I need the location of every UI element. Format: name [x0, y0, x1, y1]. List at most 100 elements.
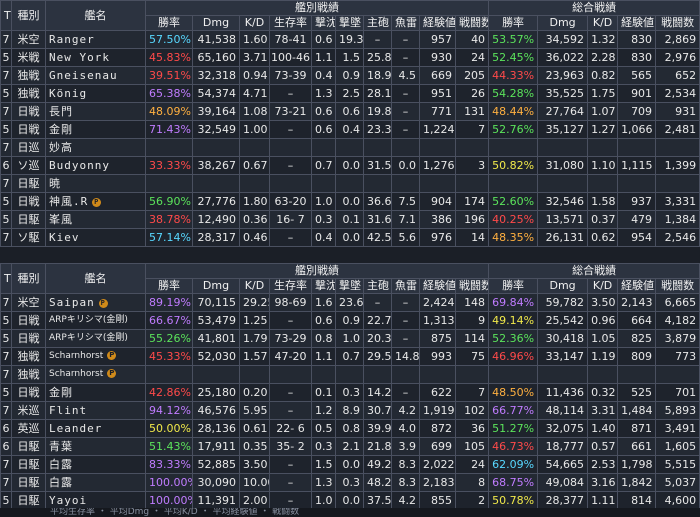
ship-name-cell[interactable]: Yayoi — [45, 491, 146, 510]
ship-name-cell[interactable]: Ranger — [45, 30, 146, 49]
col-t[interactable]: T — [0, 0, 12, 31]
ship-name-cell[interactable]: Flint — [45, 401, 146, 420]
player-row[interactable]: 7 米空 Ranger 57.50% 41,538 1.60 78-41 0.6 19.3– –9… — [0, 30, 700, 49]
player-row[interactable]: 7 日戦 長門 48.09% 39,164 1.08 73-21 0.6 0.6 19.8–771… — [0, 102, 700, 121]
total-win-rate-cell: 46.73% — [488, 437, 539, 456]
battles-cell: 36 — [454, 419, 490, 438]
col-exp[interactable]: 経験値 — [419, 15, 456, 31]
col-kills[interactable]: 撃沈 — [311, 278, 336, 294]
col-class[interactable]: 種別 — [11, 0, 46, 31]
col-main[interactable]: 主砲 — [363, 278, 392, 294]
battles-cell: 9 — [454, 311, 490, 330]
ship-name-cell[interactable]: Scharnhorst P — [45, 365, 146, 384]
player-row[interactable]: 6 英巡 Leander 50.00% 28,136 0.61 22- 6 0.5 0.8 39.… — [0, 419, 700, 438]
ship-name-cell[interactable]: 白露 — [45, 455, 146, 474]
player-row[interactable]: 5 日戦 ARPキリシマ(金剛) 55.26% 41,801 1.79 73-29 0.8 1.… — [0, 329, 700, 348]
ship-name-cell[interactable]: 青葉 — [45, 437, 146, 456]
torpedo-cell: 7.1 — [391, 210, 420, 229]
ship-name: 神風.R — [49, 195, 89, 208]
ship-name-cell[interactable]: Saipan P — [45, 293, 146, 312]
ship-name-cell[interactable]: 白露 — [45, 473, 146, 492]
col-kills[interactable]: 撃沈 — [311, 15, 336, 31]
player-row[interactable]: 6 日駆 青葉 51.43% 17,911 0.35 35- 2 0.3 2.1 21.8 3.9 6… — [0, 437, 700, 456]
win-rate-cell: 33.33% — [145, 156, 193, 175]
col-survival[interactable]: 生存率 — [269, 278, 312, 294]
col-main[interactable]: 主砲 — [363, 15, 392, 31]
col-dmg[interactable]: Dmg — [192, 278, 240, 294]
col-survival[interactable]: 生存率 — [269, 15, 312, 31]
col-planes[interactable]: 撃墜 — [335, 278, 364, 294]
battles-cell: 114 — [454, 329, 490, 348]
player-row[interactable]: 7 独戦 Scharnhorst P 45.33% 52,030 1.57 47-20 1.1 0… — [0, 347, 700, 366]
player-row[interactable]: 7米空SaipanP89.19%70,11529.2598-691.623.6–… — [0, 293, 700, 312]
col-total-win[interactable]: 勝率 — [488, 278, 539, 294]
total-exp-cell: 1,066 — [617, 120, 657, 139]
player-row[interactable]: 5日駆Yayoi100.00%11,3912.00–1.00.037.54.28… — [0, 491, 700, 510]
ship-name-cell[interactable]: 峯風 — [45, 210, 146, 229]
col-battles[interactable]: 戦闘数 — [454, 278, 490, 294]
ship-name-cell[interactable]: Leander — [45, 419, 146, 438]
col-class[interactable]: 種別 — [11, 263, 46, 294]
col-name[interactable]: 艦名 — [45, 0, 146, 31]
col-win[interactable]: 勝率 — [145, 278, 193, 294]
player-row[interactable]: 5 米戦 New York 45.83% 65,160 3.71 100-46 1.1 1.5 2… — [0, 48, 700, 67]
col-total-kd[interactable]: K/D — [587, 15, 619, 31]
ship-name-cell[interactable]: 神風.R P — [45, 192, 146, 211]
ship-name-cell[interactable]: Budyonny — [45, 156, 146, 175]
player-row[interactable]: 7日駆白露 100.00%30,09010.00–1.30.348.28.32,1… — [0, 473, 700, 492]
ship-name-cell[interactable]: Gneisenau — [45, 66, 146, 85]
player-row[interactable]: 7 ソ駆 Kiev 57.14% 28,317 0.46–0.4 0.0 42.5 5.6 976… — [0, 228, 700, 247]
player-row[interactable]: 5 日戦 金剛 71.43% 32,549 1.00–0.6 0.4 23.3–1,224 7 5… — [0, 120, 700, 139]
ship-name-cell[interactable]: New York — [45, 48, 146, 67]
player-row[interactable]: 5 日戦 金剛 42.86% 25,180 0.20–0.1 0.3 14.2–622 7 48.… — [0, 383, 700, 402]
ship-name-cell[interactable]: Scharnhorst P — [45, 347, 146, 366]
player-row[interactable]: 5 日戦 ARPキリシマ(金剛) 66.67% 53,479 1.25–0.6 0.9 22.… — [0, 311, 700, 330]
col-total-kd[interactable]: K/D — [587, 278, 619, 294]
col-win[interactable]: 勝率 — [145, 15, 193, 31]
col-t[interactable]: T — [0, 263, 12, 294]
exp-cell: 930 — [419, 48, 456, 67]
player-row[interactable]: 7 日駆暁 — [0, 174, 700, 193]
team2-rows: 7米空SaipanP89.19%70,11529.2598-691.623.6–… — [0, 293, 700, 510]
col-total-dmg[interactable]: Dmg — [537, 278, 589, 294]
player-row[interactable]: 7 独戦 Scharnhorst P — [0, 365, 700, 384]
col-total-battles[interactable]: 戦闘数 — [655, 278, 700, 294]
player-row[interactable]: 7 日駆 白露 83.33% 52,885 3.50–1.5 0.0 49.2 8.3 2,022… — [0, 455, 700, 474]
ship-name-cell[interactable]: Kiev — [45, 228, 146, 247]
col-torp[interactable]: 魚雷 — [391, 278, 420, 294]
ship-name-cell[interactable]: ARPキリシマ(金剛) — [45, 311, 146, 330]
ship-name-cell[interactable]: 金剛 — [45, 120, 146, 139]
exp-cell: 2,424 — [419, 293, 456, 312]
col-planes[interactable]: 撃墜 — [335, 15, 364, 31]
ship-name-cell[interactable]: 長門 — [45, 102, 146, 121]
col-total-dmg[interactable]: Dmg — [537, 15, 589, 31]
exp-cell — [419, 365, 456, 384]
col-total-exp[interactable]: 経験値 — [617, 15, 657, 31]
col-kd[interactable]: K/D — [239, 278, 270, 294]
col-kd[interactable]: K/D — [239, 15, 270, 31]
main-battery-cell: 21.8 — [363, 437, 392, 456]
col-total-win[interactable]: 勝率 — [488, 15, 539, 31]
ship-name-cell[interactable]: 金剛 — [45, 383, 146, 402]
ship-name-cell[interactable]: 妙高 — [45, 138, 146, 157]
ship-name-cell[interactable]: ARPキリシマ(金剛) — [45, 329, 146, 348]
ship-name-cell[interactable]: 暁 — [45, 174, 146, 193]
total-battles-cell: 652 — [655, 66, 700, 85]
col-torp[interactable]: 魚雷 — [391, 15, 420, 31]
player-row[interactable]: 5 日駆 峯風 38.78% 12,490 0.36 16- 7 0.3 0.1 31.6 7.1 3… — [0, 210, 700, 229]
ship-name-cell[interactable]: König — [45, 84, 146, 103]
col-total-battles[interactable]: 戦闘数 — [655, 15, 700, 31]
torpedo-cell: 4.2 — [391, 491, 420, 510]
col-dmg[interactable]: Dmg — [192, 15, 240, 31]
col-exp[interactable]: 経験値 — [419, 278, 456, 294]
player-row[interactable]: 7 米巡 Flint 94.12% 46,576 5.95–1.2 8.9 30.7 4.2 1,… — [0, 401, 700, 420]
col-total-exp[interactable]: 経験値 — [617, 278, 657, 294]
player-row[interactable]: 7 日巡 妙高 — [0, 138, 700, 157]
col-name[interactable]: 艦名 — [45, 263, 146, 294]
player-row[interactable]: 5 日戦 神風.R P 56.90% 27,776 1.80 63-20 1.0 0.0 36.6 7… — [0, 192, 700, 211]
col-battles[interactable]: 戦闘数 — [454, 15, 490, 31]
torpedo-cell: 8.3 — [391, 473, 420, 492]
player-row[interactable]: 7 独戦 Gneisenau 39.51% 32,318 0.94 73-39 0.4 0.9 1… — [0, 66, 700, 85]
player-row[interactable]: 5 独戦 König 65.38% 54,374 4.71–1.3 2.5 28.1–951 2… — [0, 84, 700, 103]
player-row[interactable]: 6 ソ巡 Budyonny 33.33% 38,267 0.67–0.7 0.0 31.5 0.… — [0, 156, 700, 175]
